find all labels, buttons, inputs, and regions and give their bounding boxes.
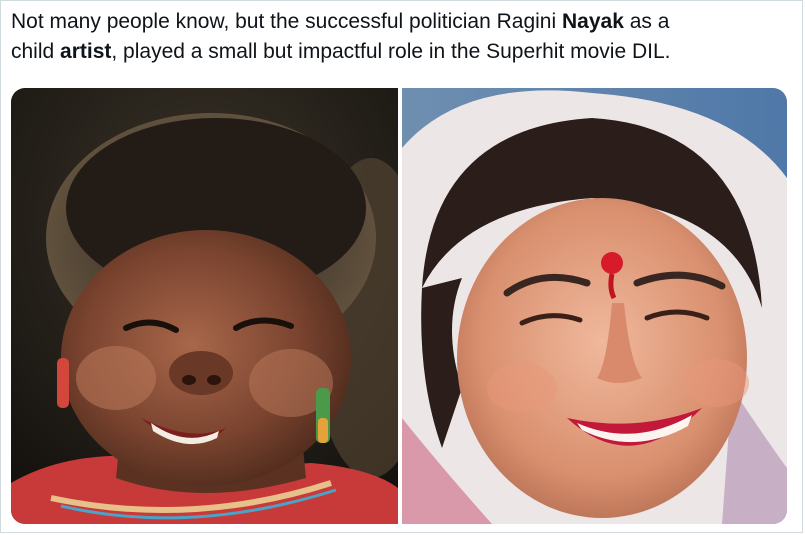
tweet-text-part-1: Not many people know, but the successful… [11,10,562,33]
woman-smiling-image [402,88,787,524]
tweet-card: Not many people know, but the successful… [0,0,803,533]
tweet-text: Not many people know, but the successful… [11,7,791,67]
tweet-text-part-3: child [11,40,61,63]
left-photo[interactable] [11,88,398,524]
tweet-text-part-2: as a [623,10,670,33]
tweet-text-part-4: , played a small but impactful role in t… [111,40,671,63]
tweet-media-grid[interactable] [11,88,787,524]
tweet-text-bold-name: Nayak [561,10,624,33]
tweet-text-bold-artist: artist [60,40,112,63]
right-photo[interactable] [402,88,787,524]
child-smiling-image [11,88,398,524]
